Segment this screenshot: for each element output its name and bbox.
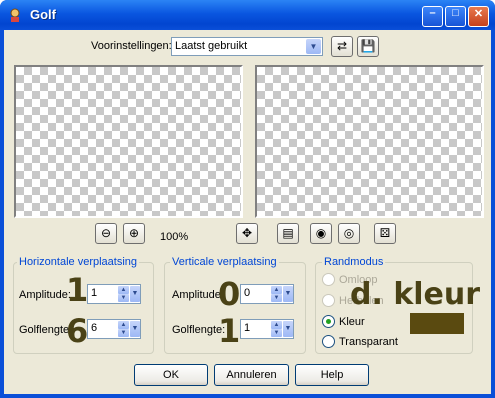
h-amplitude-label: Amplitude: — [19, 289, 71, 301]
close-icon: ✕ — [473, 8, 484, 20]
radio-wrap[interactable] — [322, 273, 335, 286]
chevron-down-icon: ▼ — [306, 39, 321, 54]
h-wavelength-value: 6 — [91, 322, 98, 334]
edge-color-swatch[interactable] — [410, 313, 464, 334]
zoom-in-button[interactable]: ⊕ — [123, 223, 145, 244]
dialog-body: Voorinstellingen: Laatst gebruikt ▼ ⇄ 💾 … — [4, 30, 491, 394]
spin-arrows-icon[interactable]: ▲ ▼ — [118, 286, 129, 302]
h-amplitude-value: 1 — [91, 287, 98, 299]
v-amplitude-input[interactable]: 0 ▲ ▼ ▼ — [240, 284, 294, 304]
save-preset-button[interactable]: 💾 — [357, 36, 379, 57]
help-button[interactable]: Help — [295, 364, 369, 386]
v-amplitude-label: Amplitude: — [172, 289, 224, 301]
horizontal-group-title: Horizontale verplaatsing — [17, 256, 140, 268]
chevron-down-icon[interactable]: ▼ — [283, 321, 293, 337]
zoom-out-button[interactable]: ⊖ — [95, 223, 117, 244]
radio-repeat[interactable] — [322, 294, 335, 307]
dialog-window: Golf – □ ✕ Voorinstellingen: Laatst gebr… — [0, 0, 495, 398]
annotation-v-wavelength: 1 — [218, 312, 241, 350]
eye-icon: ◎ — [343, 226, 355, 240]
zoom-in-icon: ⊕ — [128, 226, 140, 240]
close-button[interactable]: ✕ — [468, 6, 489, 27]
zoom-level: 100% — [160, 231, 189, 243]
proof-toggle-button[interactable]: ▤ — [277, 223, 299, 244]
h-amplitude-input[interactable]: 1 ▲ ▼ ▼ — [87, 284, 141, 304]
move-icon: ✥ — [241, 226, 253, 240]
source-preview[interactable] — [14, 65, 243, 218]
window-title: Golf — [30, 7, 56, 22]
annotation-v-amplitude: 0 — [218, 275, 241, 313]
radio-transparent[interactable] — [322, 335, 335, 348]
spin-arrows-icon[interactable]: ▲ ▼ — [271, 321, 282, 337]
reset-preset-button[interactable]: ⇄ — [331, 36, 353, 57]
ok-button[interactable]: OK — [134, 364, 208, 386]
minimize-icon: – — [429, 7, 436, 19]
presets-value: Laatst gebruikt — [175, 40, 248, 52]
maximize-icon: □ — [452, 7, 459, 19]
spin-arrows-icon[interactable]: ▲ ▼ — [271, 286, 282, 302]
chevron-down-icon[interactable]: ▼ — [130, 286, 140, 302]
presets-label: Voorinstellingen: — [91, 40, 172, 52]
chevron-down-icon[interactable]: ▼ — [130, 321, 140, 337]
minimize-button[interactable]: – — [422, 6, 443, 27]
title-bar[interactable]: Golf – □ ✕ — [0, 0, 495, 30]
annotation-h-wavelength: 6 — [66, 312, 89, 350]
vertical-group-title: Verticale verplaatsing — [170, 256, 279, 268]
result-preview — [255, 65, 484, 218]
annotation-h-amplitude: 1 — [66, 271, 89, 309]
dice-icon: ⚄ — [379, 226, 391, 240]
v-wavelength-value: 1 — [244, 322, 251, 334]
randomize-button[interactable]: ◉ — [310, 223, 332, 244]
zoom-out-icon: ⊖ — [100, 226, 112, 240]
edge-mode-title: Randmodus — [322, 256, 386, 268]
eye-icon: ◉ — [315, 226, 327, 240]
app-icon — [10, 8, 20, 22]
reset-icon: ⇄ — [336, 39, 348, 53]
radio-color-label: Kleur — [339, 316, 365, 328]
spin-arrows-icon[interactable]: ▲ ▼ — [118, 321, 129, 337]
presets-dropdown[interactable]: Laatst gebruikt ▼ — [171, 37, 323, 56]
v-amplitude-value: 0 — [244, 287, 251, 299]
save-icon: 💾 — [360, 39, 376, 53]
radio-transparent-label: Transparant — [339, 336, 398, 348]
radio-color[interactable] — [322, 315, 335, 328]
h-wavelength-label: Golflengte: — [19, 324, 73, 336]
random-button[interactable]: ⚄ — [374, 223, 396, 244]
annotation-color-note: d. kleur — [350, 277, 481, 312]
proof-icon: ▤ — [282, 226, 294, 240]
chevron-down-icon[interactable]: ▼ — [283, 286, 293, 302]
h-wavelength-input[interactable]: 6 ▲ ▼ ▼ — [87, 319, 141, 339]
pan-button[interactable]: ✥ — [236, 223, 258, 244]
preview-button[interactable]: ◎ — [338, 223, 360, 244]
v-wavelength-input[interactable]: 1 ▲ ▼ ▼ — [240, 319, 294, 339]
maximize-button[interactable]: □ — [445, 6, 466, 27]
cancel-button[interactable]: Annuleren — [214, 364, 289, 386]
